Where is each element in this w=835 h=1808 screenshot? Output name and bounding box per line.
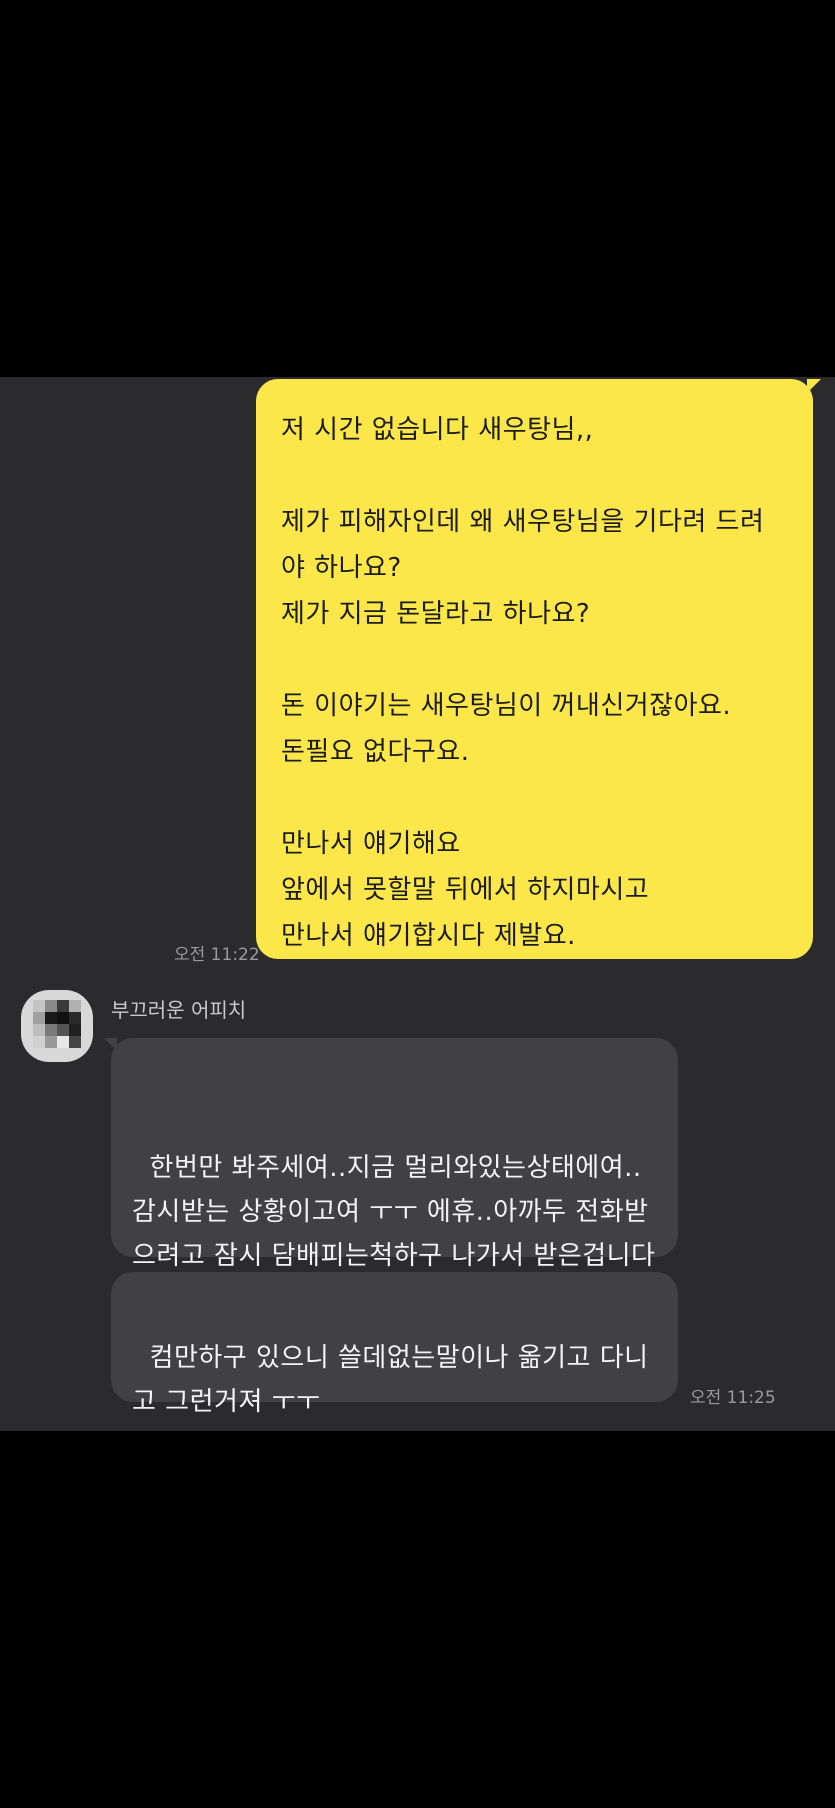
received-message-bubble[interactable]: 한번만 봐주세여..지금 멀리와있는상태에여..감시받는 상황이고여 ㅜㅜ 에휴… xyxy=(104,1038,678,1315)
avatar-pixel xyxy=(33,1024,45,1036)
avatar-pixel xyxy=(33,1036,45,1048)
avatar-pixel xyxy=(69,1036,81,1048)
avatar-pixel xyxy=(69,1012,81,1024)
avatar-pixel xyxy=(57,1024,69,1036)
avatar-pixel xyxy=(57,1000,69,1012)
avatar-pixel xyxy=(33,1000,45,1012)
avatar-pixel xyxy=(57,1036,69,1048)
avatar-pixel xyxy=(33,1012,45,1024)
bottom-letterbox xyxy=(0,1431,835,1808)
avatar-pixel xyxy=(45,1000,57,1012)
avatar-pixel xyxy=(45,1036,57,1048)
bubble-tail xyxy=(807,379,821,393)
avatar-pixel xyxy=(69,1000,81,1012)
sender-name: 부끄러운 어피치 xyxy=(111,998,247,1022)
top-letterbox xyxy=(0,0,835,377)
received-message-bubble[interactable]: 컴만하구 있으니 쓸데없는말이나 옮기고 다니고 그런거져 ㅜㅜ xyxy=(111,1272,678,1417)
avatar[interactable] xyxy=(21,990,93,1062)
received-message-time: 오전 11:25 xyxy=(690,1388,776,1408)
sent-message-time: 오전 11:22 xyxy=(174,945,260,965)
avatar-pixel xyxy=(57,1012,69,1024)
avatar-pixel xyxy=(45,1012,57,1024)
bubble-tail xyxy=(104,1038,117,1051)
sent-message-text: 저 시간 없습니다 새우탕님,, 제가 피해자인데 왜 새우탕님을 기다려 드려… xyxy=(281,415,765,951)
avatar-pixel xyxy=(45,1024,57,1036)
sent-message-bubble[interactable]: 저 시간 없습니다 새우탕님,, 제가 피해자인데 왜 새우탕님을 기다려 드려… xyxy=(256,379,821,959)
avatar-pixel xyxy=(69,1024,81,1036)
